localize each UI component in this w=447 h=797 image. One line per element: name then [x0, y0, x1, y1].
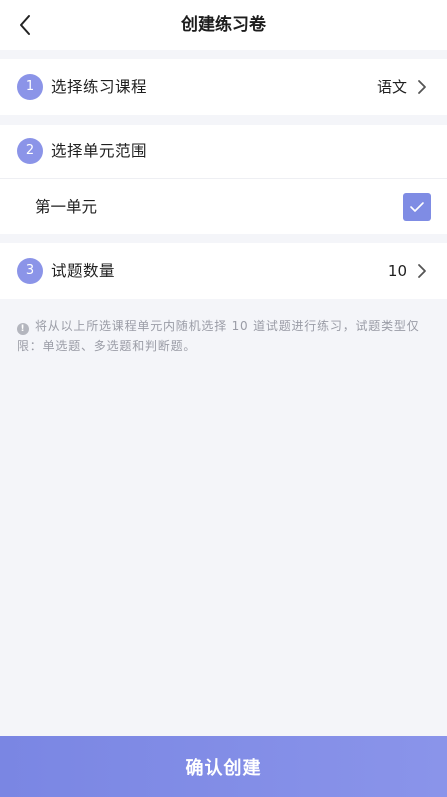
step-badge-2: 2	[17, 138, 43, 164]
unit-checkbox[interactable]	[403, 193, 431, 221]
hint-text-block: ! 将从以上所选课程单元内随机选择 10 道试题进行练习，试题类型仅限：单选题、多…	[17, 316, 427, 356]
unit-scope-label: 选择单元范围	[51, 142, 148, 160]
hint-text: 将从以上所选课程单元内随机选择 10 道试题进行练习，试题类型仅限：单选题、多选…	[17, 319, 420, 353]
info-icon: !	[17, 323, 29, 335]
check-icon	[410, 202, 424, 212]
chevron-right-icon	[415, 78, 429, 96]
question-count-label: 试题数量	[51, 262, 116, 280]
course-select-row[interactable]: 1 选择练习课程 语文	[0, 59, 447, 115]
course-value: 语文	[376, 78, 407, 96]
nav-bar: 创建练习卷	[0, 0, 447, 50]
page-title: 创建练习卷	[181, 15, 266, 35]
unit-option-label: 第一单元	[35, 198, 98, 216]
unit-scope-header-row: 2 选择单元范围	[0, 125, 447, 178]
back-button[interactable]	[10, 9, 40, 41]
step-badge-1: 1	[17, 74, 43, 100]
unit-option-row[interactable]: 第一单元	[0, 179, 447, 235]
course-card: 1 选择练习课程 语文	[0, 59, 447, 115]
chevron-right-icon	[415, 262, 429, 280]
question-count-card: 3 试题数量 10	[0, 243, 447, 299]
unit-scope-card: 2 选择单元范围 第一单元	[0, 125, 447, 234]
chevron-left-icon	[20, 15, 30, 35]
course-label: 选择练习课程	[51, 78, 148, 96]
question-count-row[interactable]: 3 试题数量 10	[0, 243, 447, 299]
step-badge-3: 3	[17, 258, 43, 284]
confirm-create-button[interactable]: 确认创建	[0, 736, 447, 797]
create-practice-page: 创建练习卷 1 选择练习课程 语文 2 选择单元范围 第一单元 3 试题数量 1…	[0, 0, 447, 797]
question-count-value: 10	[387, 262, 407, 280]
